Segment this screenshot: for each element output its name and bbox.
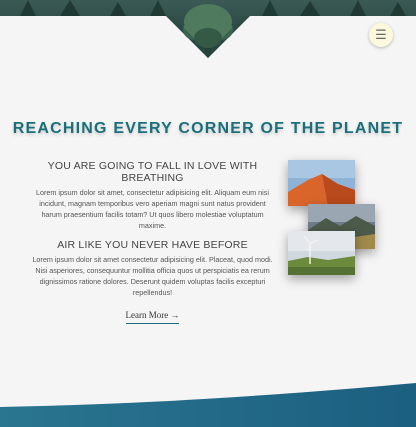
hamburger-icon: ☰ [375, 27, 387, 43]
learn-more-link[interactable]: Learn More → [125, 310, 180, 324]
page-title: REACHING EVERY CORNER OF THE PLANET [12, 120, 404, 137]
forest-banner [0, 0, 416, 58]
wind-turbine-photo [288, 231, 355, 275]
section-title-air: AIR LIKE YOU NEVER HAVE BEFORE [57, 239, 248, 251]
bottom-wave-decoration [0, 383, 416, 427]
desert-dune-photo [288, 160, 355, 206]
section-body-love-breathing: Lorem ipsum dolor sit amet, consectetur … [36, 188, 269, 230]
hamburger-menu-button[interactable]: ☰ [369, 23, 393, 47]
main-content: YOU ARE GOING TO FALL IN LOVE WITH BREAT… [30, 160, 275, 324]
section-body-air: Lorem ipsum dolor sit amet consectetur a… [32, 255, 273, 297]
section-title-love-breathing: YOU ARE GOING TO FALL IN LOVE WITH BREAT… [47, 160, 258, 184]
